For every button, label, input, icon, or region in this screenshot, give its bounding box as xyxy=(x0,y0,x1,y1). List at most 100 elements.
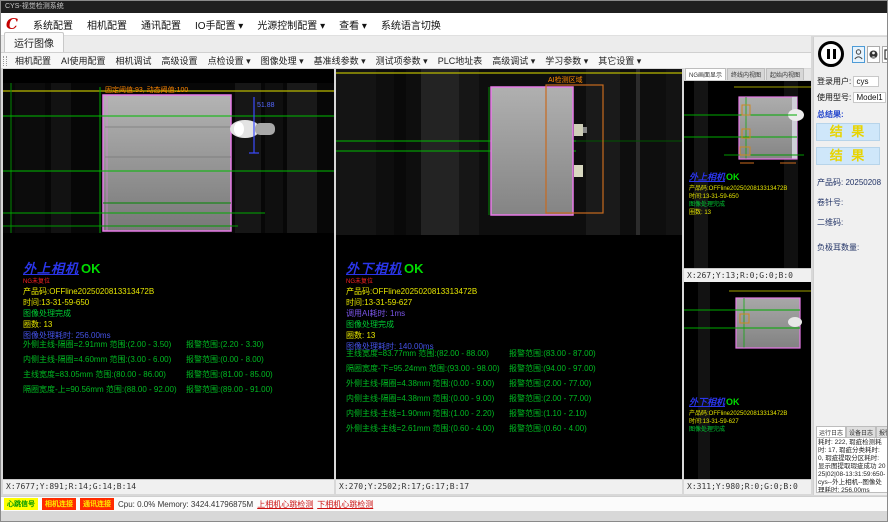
measure-row: 主线宽度=83.77mm 范围:(82.00 - 88.00) 报警范围:(83… xyxy=(346,346,651,361)
log-output[interactable]: 耗时: 222, 瑕疵检测耗时: 17, 瑕疵分类耗时: 0, 瑕疵提取分区耗时… xyxy=(816,437,888,493)
tool-spot-check[interactable]: 点检设置 ▾ xyxy=(203,52,256,69)
measure-row: 隔圈宽度-下=95.24mm 范围:(93.00 - 98.00) 报警范围:(… xyxy=(346,361,651,376)
tool-baseline-params[interactable]: 基准线参数 ▾ xyxy=(309,52,371,69)
tool-advanced-settings[interactable]: 高级设置 xyxy=(157,52,203,69)
toolbar-grip xyxy=(3,56,7,66)
tool-test-params[interactable]: 测试项参数 ▾ xyxy=(371,52,433,69)
tool-learning-params[interactable]: 学习参数 ▾ xyxy=(540,52,593,69)
menu-bar: C 系统配置 相机配置 通讯配置 IO手配置 ▾ 光源控制配置 ▾ 查看 ▾ 系… xyxy=(1,13,888,36)
alarm-range-text: 报警范围:(2.00 - 77.00) xyxy=(509,393,591,404)
upper-camera-heartbeat-check[interactable]: 上相机心跳检测 xyxy=(257,499,313,510)
tool-advanced-debug[interactable]: 高级调试 ▾ xyxy=(487,52,540,69)
product-code-row: 产品码: 20250208 xyxy=(817,177,881,188)
center-ng-note: NG未复位 xyxy=(346,278,651,286)
tab-start-inner-view[interactable]: 起始内视图 xyxy=(766,68,804,80)
tool-camera-config[interactable]: 相机配置 xyxy=(10,52,56,69)
left-camera-view[interactable]: 51.88 固定阈值:93, 动态阈值:100 外上相机OK NG未复位 产品码… xyxy=(3,69,334,479)
logout-button[interactable] xyxy=(882,46,888,63)
model-label: 使用型号: xyxy=(817,93,851,102)
small-bottom-time: 时间:13-31-59-627 xyxy=(689,418,787,426)
app-logo-icon: C xyxy=(6,17,18,32)
operator-button[interactable] xyxy=(867,46,880,63)
tool-plc-address[interactable]: PLC地址表 xyxy=(433,52,488,69)
tool-image-processing[interactable]: 图像处理 ▾ xyxy=(256,52,309,69)
pause-button[interactable] xyxy=(818,41,844,67)
tool-camera-debug[interactable]: 相机调试 xyxy=(111,52,157,69)
measure-row: 外侧主线-主线=2.61mm 范围:(0.60 - 4.00) 报警范围:(0.… xyxy=(346,421,651,436)
login-user-value: cys xyxy=(853,76,879,87)
measure-text: 主线宽度=83.77mm 范围:(82.00 - 88.00) xyxy=(346,348,509,359)
measure-text: 内侧主线-主线=1.90mm 范围:(1.00 - 2.20) xyxy=(346,408,509,419)
alarm-range-text: 报警范围:(0.00 - 8.00) xyxy=(186,354,264,365)
center-ai-elapsed: 调用AI耗时: 1ms xyxy=(346,308,651,319)
cpu-memory-status: Cpu: 0.0% Memory: 3424.41796875M xyxy=(118,500,253,509)
center-result-overlay: 外下相机OK NG未复位 产品码:OFFline2025020813313472… xyxy=(346,258,651,352)
measure-text: 隔圈宽度-上=90.56mm 范围:(88.00 - 92.00) xyxy=(23,384,186,395)
center-pixel-coords: X:270;Y:2502;R:17;G:17;B:17 xyxy=(336,479,682,494)
alarm-range-text: 报警范围:(81.00 - 85.00) xyxy=(186,369,273,380)
measure-row: 外侧主线-隔圈=4.38mm 范围:(0.00 - 9.00) 报警范围:(2.… xyxy=(346,376,651,391)
alarm-range-text: 报警范围:(2.20 - 3.30) xyxy=(186,339,264,350)
threshold-label: 固定阈值:93, 动态阈值:100 xyxy=(105,85,188,94)
camera-connection-indicator: 相机连接 xyxy=(42,498,76,510)
menu-comm-config[interactable]: 通讯配置 xyxy=(134,14,188,35)
user-button[interactable] xyxy=(852,46,865,63)
small-view-tabs: NG画面显示 终线内视图 起始内视图 xyxy=(684,69,811,81)
operator-icon xyxy=(869,49,878,60)
result-display-1: 结 果 xyxy=(816,123,880,141)
small-top-count: 圈数: 13 xyxy=(689,209,787,217)
tab-ng-display[interactable]: NG画面显示 xyxy=(685,68,726,80)
small-bottom-camera-view[interactable]: 外下相机OK 产品码:OFFline2025020813313472B 时间:1… xyxy=(684,282,811,479)
login-user-row: 登录用户: cys xyxy=(817,76,879,87)
comm-connection-indicator: 通讯连接 xyxy=(80,498,114,510)
center-camera-view[interactable]: AI检测区域 外下相机OK NG未复位 产品码:OFFline202502081… xyxy=(336,69,682,479)
left-camera-image: 51.88 固定阈值:93, 动态阈值:100 xyxy=(3,83,334,233)
qr-code-label: 二维码: xyxy=(817,217,843,228)
left-status: 图像处理完成 xyxy=(23,308,328,319)
menu-light-config[interactable]: 光源控制配置 ▾ xyxy=(250,14,332,35)
center-time: 时间:13-31-59-627 xyxy=(346,297,651,308)
small-top-pixel-coords: X:267;Y:13;R:0;G:0;B:0 xyxy=(684,268,811,282)
center-count: 圈数: 13 xyxy=(346,330,651,341)
tool-ai-config[interactable]: AI使用配置 xyxy=(56,52,111,69)
small-top-status: 图像处理完成 xyxy=(689,201,787,209)
left-camera-name: 外上相机 xyxy=(23,261,79,276)
measure-row: 隔圈宽度-上=90.56mm 范围:(88.00 - 92.00) 报警范围:(… xyxy=(23,382,328,397)
center-camera-image: AI检测区域 xyxy=(336,69,682,235)
product-code-value: 20250208 xyxy=(845,178,881,187)
model-value: Model1 xyxy=(853,92,885,103)
bright-tab-spot xyxy=(574,165,583,177)
menu-camera-config[interactable]: 相机配置 xyxy=(80,14,134,35)
alarm-range-text: 报警范围:(0.60 - 4.00) xyxy=(509,423,587,434)
left-camera-result: OK xyxy=(81,261,101,276)
center-status: 图像处理完成 xyxy=(346,319,651,330)
menu-language-switch[interactable]: 系统语言切换 xyxy=(374,14,448,35)
result-display-2: 结 果 xyxy=(816,147,880,165)
status-bar: 心跳信号 相机连接 通讯连接 Cpu: 0.0% Memory: 3424.41… xyxy=(1,496,888,511)
lower-camera-heartbeat-check[interactable]: 下相机心跳检测 xyxy=(317,499,373,510)
measure-text: 隔圈宽度-下=95.24mm 范围:(93.00 - 98.00) xyxy=(346,363,509,374)
center-measure-rows: 主线宽度=83.77mm 范围:(82.00 - 88.00) 报警范围:(83… xyxy=(346,346,651,436)
measure-text: 外侧主线-隔圈=4.38mm 范围:(0.00 - 9.00) xyxy=(346,378,509,389)
needle-number-label: 卷针号: xyxy=(817,197,843,208)
small-top-camera-view[interactable]: 外上相机OK 产品码:OFFline2025020813313472B 时间:1… xyxy=(684,81,811,268)
measure-readout-label: 51.88 xyxy=(257,102,275,109)
small-top-time: 时间:13-31-59-650 xyxy=(689,193,787,201)
menu-io-config[interactable]: IO手配置 ▾ xyxy=(188,14,250,35)
logout-icon xyxy=(884,49,888,60)
tab-count-label: 负极耳数量: xyxy=(817,242,859,253)
ai-region-label: AI检测区域 xyxy=(548,75,583,84)
user-icon xyxy=(854,49,863,60)
tab-end-inner-view[interactable]: 终线内视图 xyxy=(727,68,765,80)
small-bottom-overlay: 外下相机OK 产品码:OFFline2025020813313472B 时间:1… xyxy=(689,392,787,434)
tool-other-settings[interactable]: 其它设置 ▾ xyxy=(593,52,646,69)
small-top-overlay: 外上相机OK 产品码:OFFline2025020813313472B 时间:1… xyxy=(689,167,787,217)
left-product-code: 产品码:OFFline2025020813313472B xyxy=(23,286,328,297)
measure-text: 外侧主线-隔圈=2.91mm 范围:(2.00 - 3.50) xyxy=(23,339,186,350)
tab-run-image[interactable]: 运行图像 xyxy=(4,32,64,52)
model-row: 使用型号: Model1 xyxy=(817,92,886,103)
measure-text: 内侧主线-隔圈=4.60mm 范围:(3.00 - 6.00) xyxy=(23,354,186,365)
view-tab-row: 运行图像 xyxy=(1,36,811,53)
window-title: CYS-视觉检测系统 xyxy=(5,3,64,10)
menu-view[interactable]: 查看 ▾ xyxy=(332,14,374,35)
